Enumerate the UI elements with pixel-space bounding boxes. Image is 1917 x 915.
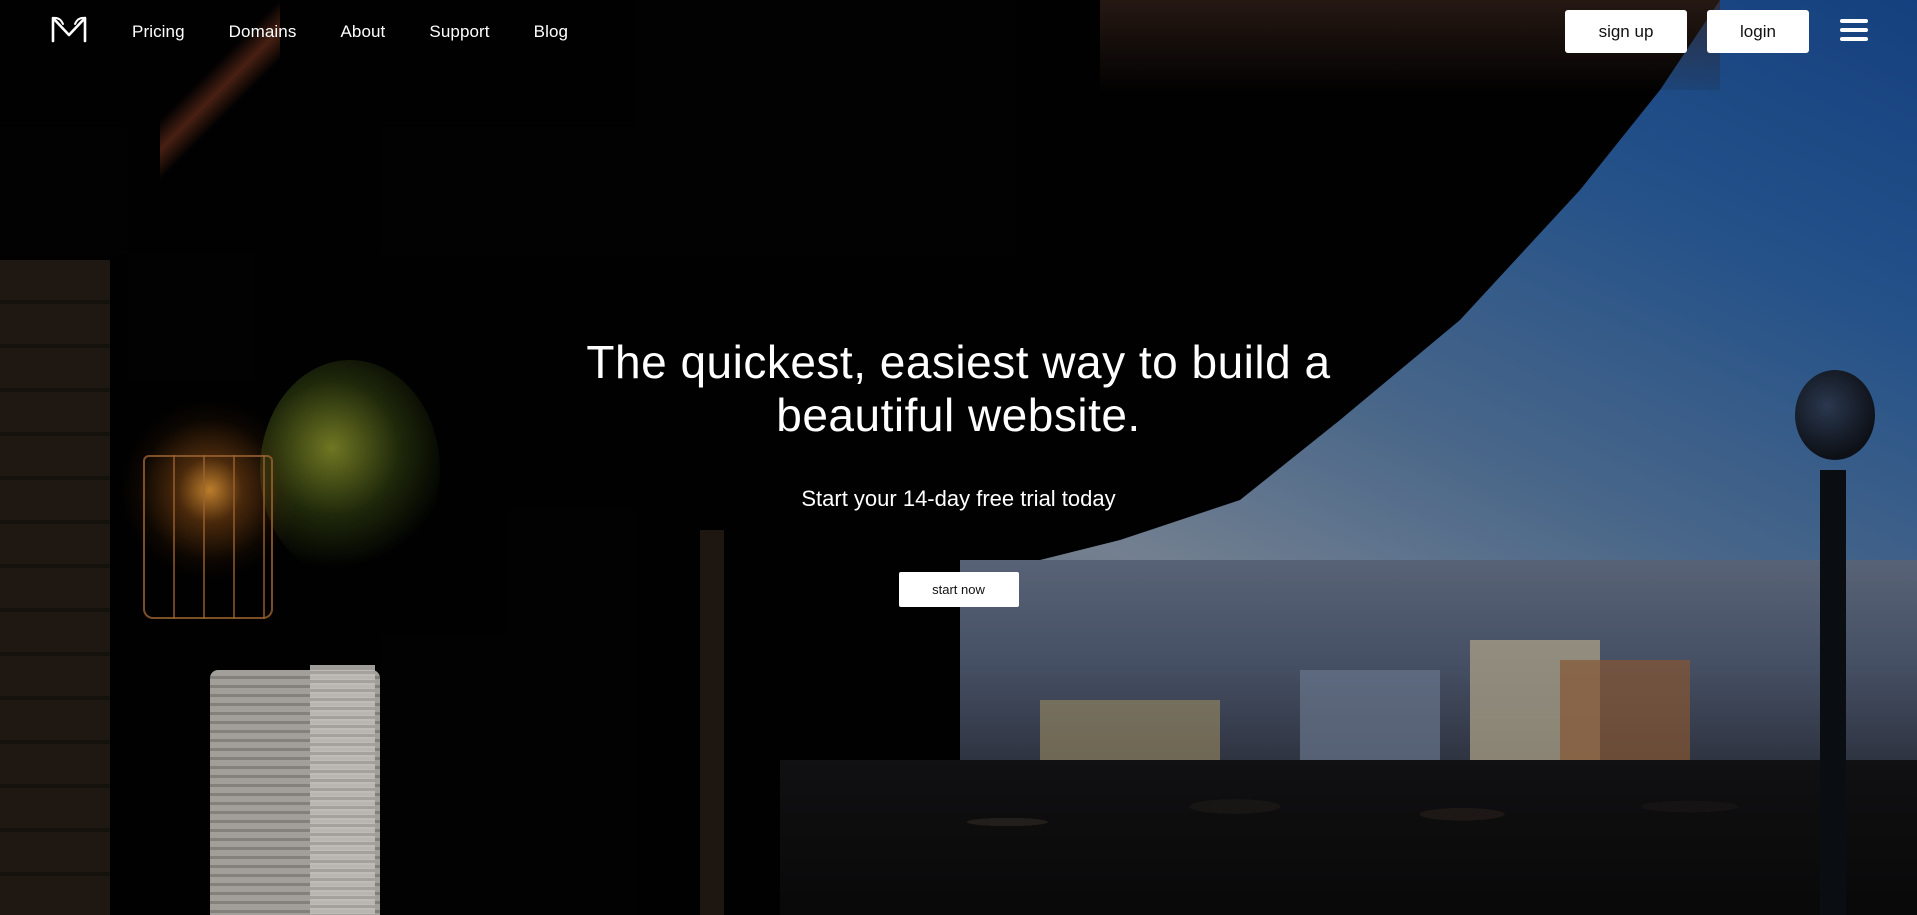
menu-bar: [1840, 28, 1868, 32]
hero-subtitle: Start your 14-day free trial today: [801, 486, 1116, 511]
login-button[interactable]: login: [1707, 10, 1809, 53]
sign-up-button[interactable]: sign up: [1565, 10, 1687, 53]
hamburger-menu-icon[interactable]: [1840, 19, 1868, 43]
nav-link-pricing[interactable]: Pricing: [132, 22, 185, 42]
hero-title: The quickest, easiest way to build a bea…: [586, 336, 1331, 441]
nav-link-about[interactable]: About: [340, 22, 385, 42]
m-logo-icon[interactable]: [50, 14, 88, 44]
nav-link-support[interactable]: Support: [429, 22, 489, 42]
hero-section: The quickest, easiest way to build a bea…: [0, 336, 1917, 607]
nav-link-blog[interactable]: Blog: [534, 22, 568, 42]
landing-page: Pricing Domains About Support Blog sign …: [0, 0, 1917, 915]
top-navigation: Pricing Domains About Support Blog sign …: [0, 0, 1917, 64]
nav-links: Pricing Domains About Support Blog: [132, 0, 612, 64]
menu-bar: [1840, 37, 1868, 41]
start-now-button[interactable]: start now: [898, 572, 1019, 607]
menu-bar: [1840, 19, 1868, 23]
m-logo-svg: [51, 16, 87, 43]
nav-link-domains[interactable]: Domains: [229, 22, 297, 42]
